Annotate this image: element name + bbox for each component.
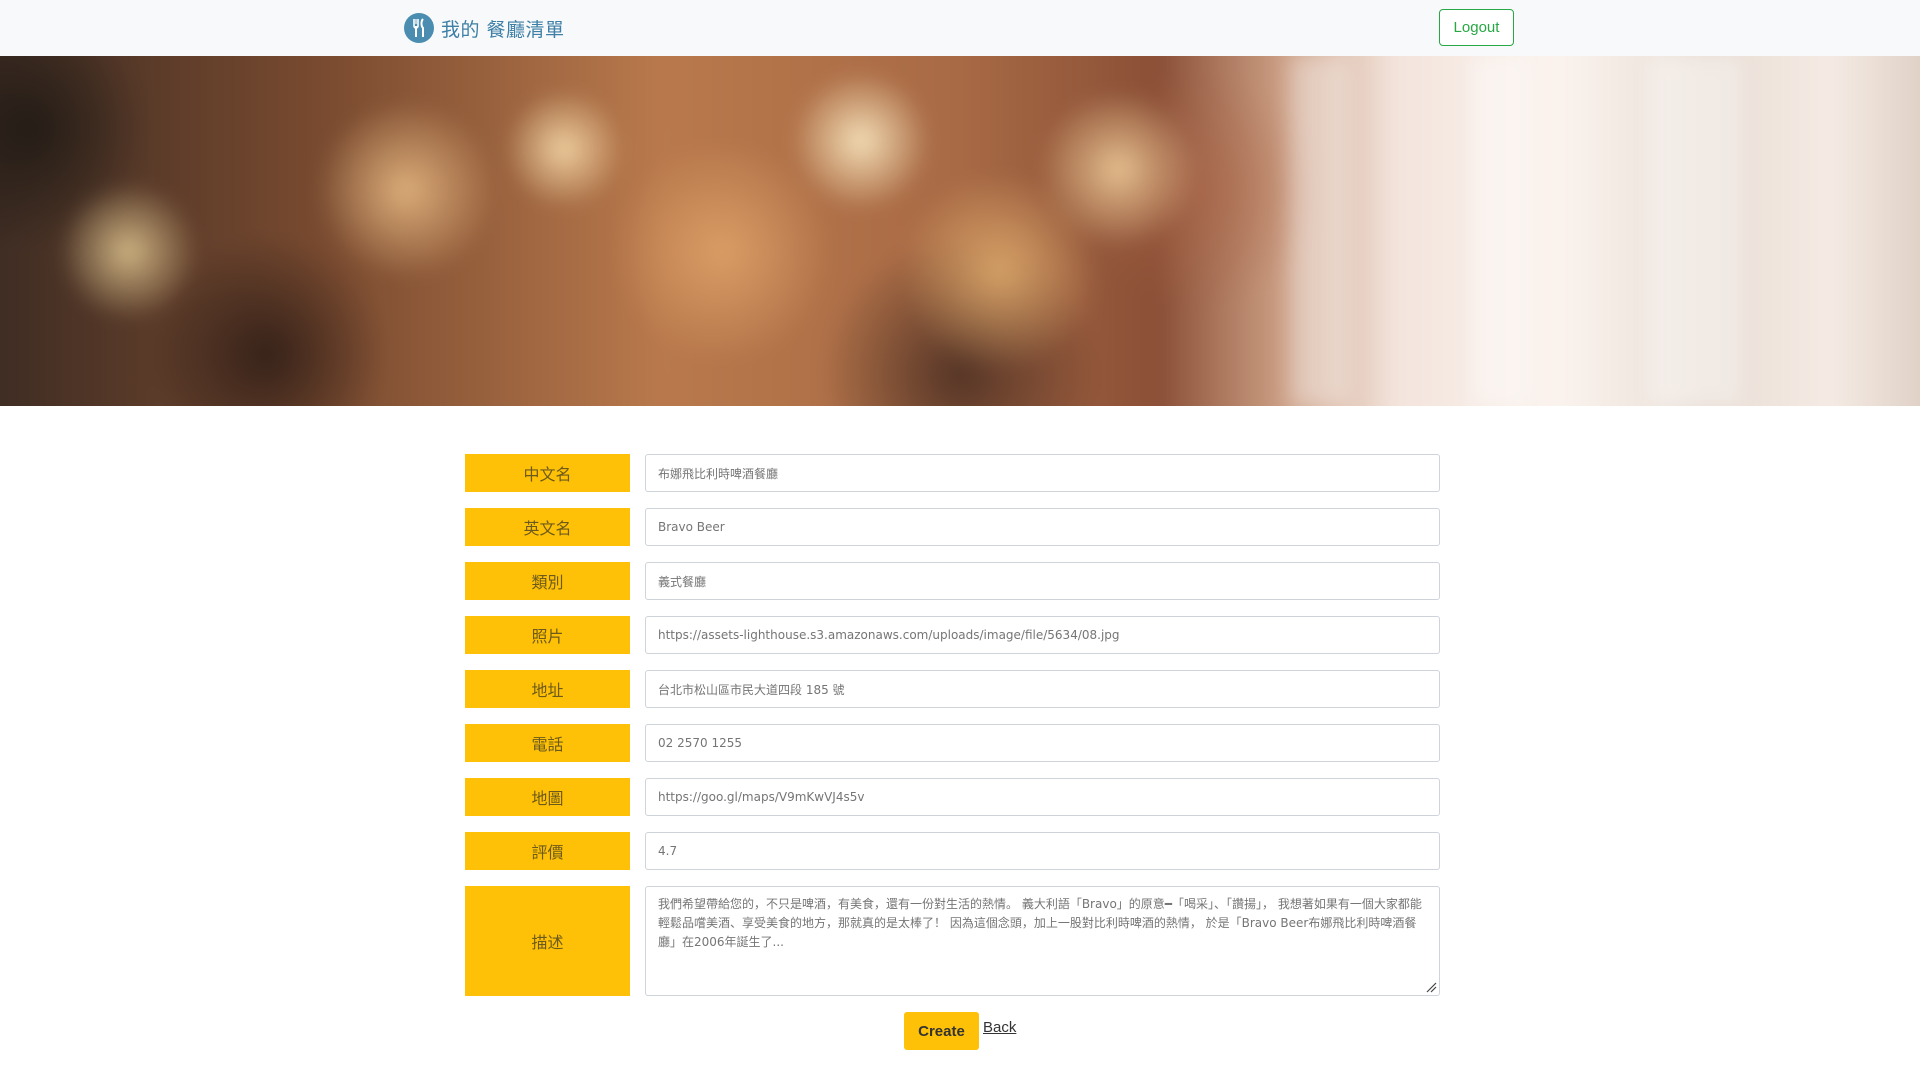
hero-banner xyxy=(0,56,1920,406)
resize-handle-icon[interactable] xyxy=(1425,981,1437,993)
field-label: 中文名 xyxy=(465,454,630,492)
field-label: 類別 xyxy=(465,562,630,600)
field-label: 地址 xyxy=(465,670,630,708)
field-label: 英文名 xyxy=(465,508,630,546)
map-url-input[interactable]: https://goo.gl/maps/V9mKwVJ4s5v xyxy=(645,778,1440,816)
utensils-icon xyxy=(404,13,434,43)
category-input[interactable]: 義式餐廳 xyxy=(645,562,1440,600)
field-label: 地圖 xyxy=(465,778,630,816)
description-textarea[interactable]: 我們希望帶給您的，不只是啤酒，有美食，還有一份對生活的熱情。 義大利語「Brav… xyxy=(645,886,1440,996)
field-label: 照片 xyxy=(465,616,630,654)
top-navbar: 我的 餐廳清單 Logout xyxy=(0,0,1920,57)
field-label: 描述 xyxy=(465,886,630,996)
create-button[interactable]: Create xyxy=(904,1012,979,1050)
field-label: 評價 xyxy=(465,832,630,870)
location-input[interactable]: 台北市松山區市民大道四段 185 號 xyxy=(645,670,1440,708)
brand-link[interactable]: 我的 餐廳清單 xyxy=(404,13,565,43)
logout-button[interactable]: Logout xyxy=(1439,9,1514,46)
phone-input[interactable]: 02 2570 1255 xyxy=(645,724,1440,762)
rating-input[interactable]: 4.7 xyxy=(645,832,1440,870)
description-text: 我們希望帶給您的，不只是啤酒，有美食，還有一份對生活的熱情。 義大利語「Brav… xyxy=(658,897,1422,949)
field-label: 電話 xyxy=(465,724,630,762)
brand-title: 我的 餐廳清單 xyxy=(441,18,565,41)
hero-background-image xyxy=(0,56,1920,406)
image-url-input[interactable]: https://assets-lighthouse.s3.amazonaws.c… xyxy=(645,616,1440,654)
chinese-name-input[interactable]: 布娜飛比利時啤酒餐廳 xyxy=(645,454,1440,492)
back-link[interactable]: Back xyxy=(983,1019,1016,1036)
english-name-input[interactable]: Bravo Beer xyxy=(645,508,1440,546)
